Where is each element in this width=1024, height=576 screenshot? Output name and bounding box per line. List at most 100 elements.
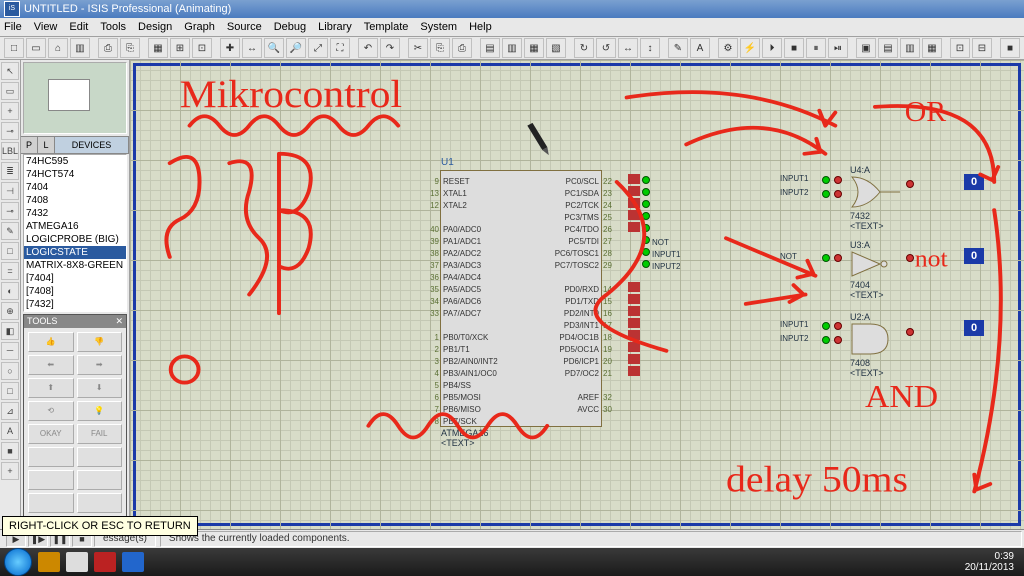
taskbar-item[interactable] — [66, 552, 88, 572]
mode-button[interactable]: － — [1, 342, 19, 360]
menu-view[interactable]: View — [34, 21, 58, 33]
mode-button[interactable]: A — [1, 422, 19, 440]
device-item[interactable]: ATMEGA16 — [24, 220, 126, 233]
logic-probe[interactable]: 0 — [964, 320, 984, 336]
device-item[interactable]: LOGICPROBE (BIG) — [24, 233, 126, 246]
stamp-button[interactable]: ⬇ — [77, 378, 123, 398]
menu-help[interactable]: Help — [469, 21, 492, 33]
start-button[interactable] — [4, 548, 32, 576]
toolbar-button[interactable]: ⏸ — [806, 38, 826, 58]
taskbar-item[interactable] — [38, 552, 60, 572]
toolbar-button[interactable]: ⤢ — [308, 38, 328, 58]
toolbar-button[interactable]: ⏵ — [762, 38, 782, 58]
device-item[interactable]: [7404] — [24, 272, 126, 285]
stamp-button[interactable] — [77, 470, 123, 490]
toolbar-button[interactable]: ↺ — [596, 38, 616, 58]
device-item[interactable]: MATRIX-8X8-GREEN — [24, 259, 126, 272]
gate-not[interactable]: U3:A 7404<TEXT> — [850, 240, 906, 300]
toolbar-button[interactable]: ⎙ — [452, 38, 472, 58]
toolbar-button[interactable]: ▦ — [922, 38, 942, 58]
gate-and[interactable]: U2:A 7408<TEXT> — [850, 312, 906, 378]
stamp-button[interactable] — [77, 493, 123, 513]
mode-button[interactable]: + — [1, 102, 19, 120]
toolbar-button[interactable]: 🔍 — [264, 38, 284, 58]
toolbar-button[interactable]: ↕ — [640, 38, 660, 58]
toolbar-button[interactable]: ↶ — [358, 38, 378, 58]
device-item[interactable]: 7432 — [24, 207, 126, 220]
toolbar-button[interactable]: ⚙ — [718, 38, 738, 58]
menu-bar[interactable]: FileViewEditToolsDesignGraphSourceDebugL… — [0, 18, 1024, 37]
toolbar-button[interactable]: ▤ — [480, 38, 500, 58]
menu-template[interactable]: Template — [364, 21, 409, 33]
toolbar-button[interactable]: ▥ — [502, 38, 522, 58]
toolbar-button[interactable]: ⚡ — [740, 38, 760, 58]
mode-toolbar[interactable]: ↖▭+⊸LBL≣⊣⊸✎□=◐⊕◧－○□⊿A■+ — [0, 60, 21, 529]
net-label[interactable]: INPUT1 — [780, 174, 808, 183]
toolbar-button[interactable]: □ — [4, 38, 24, 58]
mode-button[interactable]: □ — [1, 382, 19, 400]
stamp-button[interactable]: 👎 — [77, 332, 123, 352]
menu-library[interactable]: Library — [318, 21, 352, 33]
toolbar-button[interactable]: ▦ — [148, 38, 168, 58]
device-item[interactable]: 7408 — [24, 194, 126, 207]
toolbar-button[interactable]: ⌂ — [48, 38, 68, 58]
toolbar-button[interactable]: ▦ — [524, 38, 544, 58]
toolbar-button[interactable]: ↔ — [242, 38, 262, 58]
mode-button[interactable]: ⊸ — [1, 202, 19, 220]
stamp-button[interactable]: ⟲ — [28, 401, 74, 421]
toolbar-button[interactable]: ⏯ — [828, 38, 848, 58]
mode-button[interactable]: ◐ — [1, 282, 19, 300]
device-item[interactable]: [7408] — [24, 285, 126, 298]
net-label[interactable]: INPUT1 — [780, 320, 808, 329]
device-item[interactable]: [7432] — [24, 298, 126, 311]
toolbar-button[interactable]: ↻ — [574, 38, 594, 58]
toolbar-button[interactable]: ⊡ — [950, 38, 970, 58]
toolbar-button[interactable]: ↷ — [380, 38, 400, 58]
device-picker-header[interactable]: P L DEVICES — [21, 136, 129, 154]
toolbar-button[interactable]: ✎ — [668, 38, 688, 58]
toolbar-button[interactable]: ✚ — [220, 38, 240, 58]
stamp-button[interactable]: OKAY — [28, 424, 74, 444]
menu-file[interactable]: File — [4, 21, 22, 33]
toolbar-button[interactable]: ■ — [784, 38, 804, 58]
stamp-button[interactable] — [28, 447, 74, 467]
schematic-canvas[interactable]: U1 ATMEGA16<TEXT> 9RESET13XTAL112XTAL240… — [130, 60, 1024, 529]
main-toolbar[interactable]: □▭⌂▥⎙⎘▦⊞⊡✚↔🔍🔎⤢⛶↶↷✂⎘⎙▤▥▦▧↻↺↔↕✎A⚙⚡⏵■⏸⏯▣▤▥▦… — [0, 37, 1024, 60]
stamp-button[interactable]: ⬆ — [28, 378, 74, 398]
component-atmega16[interactable]: U1 ATMEGA16<TEXT> 9RESET13XTAL112XTAL240… — [440, 170, 602, 427]
toolbar-button[interactable]: ▥ — [70, 38, 90, 58]
device-item[interactable]: 74HCT574 — [24, 168, 126, 181]
mode-button[interactable]: ⊕ — [1, 302, 19, 320]
net-label[interactable]: INPUT2 — [780, 188, 808, 197]
windows-taskbar[interactable]: 0:3920/11/2013 — [0, 548, 1024, 576]
mode-button[interactable]: ↖ — [1, 62, 19, 80]
mode-button[interactable]: = — [1, 262, 19, 280]
mode-button[interactable]: ▭ — [1, 82, 19, 100]
stamp-button[interactable] — [28, 470, 74, 490]
toolbar-button[interactable]: ⊞ — [170, 38, 190, 58]
system-clock[interactable]: 0:3920/11/2013 — [965, 551, 1020, 573]
overview-pane[interactable] — [23, 62, 127, 134]
stamp-button[interactable]: FAIL — [77, 424, 123, 444]
stamp-button[interactable]: 👍 — [28, 332, 74, 352]
menu-graph[interactable]: Graph — [184, 21, 215, 33]
lib-button[interactable]: L — [38, 137, 55, 153]
net-label[interactable]: INPUT2 — [652, 262, 680, 271]
device-item[interactable]: LOGICSTATE — [24, 246, 126, 259]
toolbar-button[interactable]: ▤ — [878, 38, 898, 58]
stamp-button[interactable]: ➡ — [77, 355, 123, 375]
toolbar-button[interactable]: ▭ — [26, 38, 46, 58]
toolbar-button[interactable]: ⊟ — [972, 38, 992, 58]
toolbar-button[interactable]: 🔎 — [286, 38, 306, 58]
toolbar-button[interactable]: ⎘ — [430, 38, 450, 58]
logic-probe[interactable]: 0 — [964, 248, 984, 264]
net-label[interactable]: NOT — [780, 252, 797, 261]
menu-source[interactable]: Source — [227, 21, 262, 33]
toolbar-button[interactable]: ✂ — [408, 38, 428, 58]
toolbar-button[interactable]: A — [690, 38, 710, 58]
stamp-button[interactable]: 💡 — [77, 401, 123, 421]
pick-button[interactable]: P — [21, 137, 38, 153]
menu-system[interactable]: System — [420, 21, 457, 33]
mode-button[interactable]: ⊣ — [1, 182, 19, 200]
toolbar-button[interactable]: ⊡ — [192, 38, 212, 58]
